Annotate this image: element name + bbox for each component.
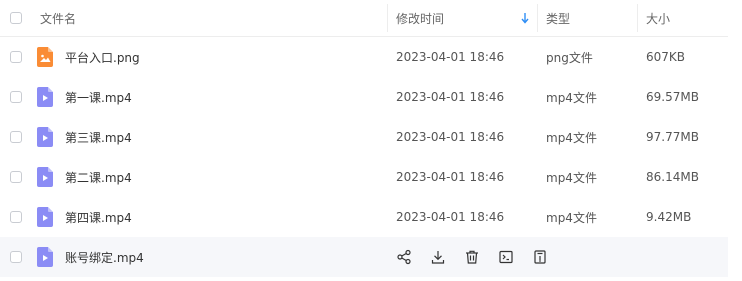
image-file-icon: [37, 47, 53, 67]
file-row[interactable]: 第四课.mp4 2023-04-01 18:46 mp4文件 9.42MB: [0, 197, 728, 237]
row-select-cell: [10, 237, 26, 277]
file-name[interactable]: 第二课.mp4: [65, 157, 132, 197]
file-row[interactable]: 第一课.mp4 2023-04-01 18:46 mp4文件 69.57MB: [0, 77, 728, 117]
video-file-icon: [37, 87, 53, 107]
file-row[interactable]: 账号绑定.mp4: [0, 237, 728, 277]
column-divider[interactable]: [537, 4, 538, 32]
row-checkbox[interactable]: [10, 51, 22, 63]
share-icon[interactable]: [396, 249, 412, 265]
video-file-icon: [37, 167, 53, 187]
video-file-icon: [37, 127, 53, 147]
file-row[interactable]: 第三课.mp4 2023-04-01 18:46 mp4文件 97.77MB: [0, 117, 728, 157]
file-name[interactable]: 第三课.mp4: [65, 117, 132, 157]
header-type[interactable]: 类型: [546, 0, 636, 36]
more-info-icon[interactable]: [532, 249, 548, 265]
file-type: png文件: [546, 50, 593, 65]
file-size: 69.57MB: [646, 90, 699, 104]
header-type-label: 类型: [546, 11, 571, 26]
header-name-label: 文件名: [40, 11, 77, 26]
file-name[interactable]: 第一课.mp4: [65, 77, 132, 117]
file-type: mp4文件: [546, 90, 597, 105]
select-all-cell: [10, 0, 26, 36]
file-name[interactable]: 账号绑定.mp4: [65, 237, 144, 277]
modified-time: 2023-04-01 18:46: [396, 170, 505, 184]
header-modified-label: 修改时间: [396, 11, 445, 26]
header-modified[interactable]: 修改时间: [396, 0, 536, 36]
header-size[interactable]: 大小: [646, 0, 726, 36]
file-type: mp4文件: [546, 130, 597, 145]
modified-time: 2023-04-01 18:46: [396, 50, 505, 64]
file-size: 86.14MB: [646, 170, 699, 184]
rename-icon[interactable]: [498, 249, 514, 265]
row-select-cell: [10, 197, 26, 237]
row-select-cell: [10, 157, 26, 197]
row-checkbox[interactable]: [10, 211, 22, 223]
select-all-checkbox[interactable]: [10, 12, 22, 24]
file-name[interactable]: 第四课.mp4: [65, 197, 132, 237]
file-row[interactable]: 第二课.mp4 2023-04-01 18:46 mp4文件 86.14MB: [0, 157, 728, 197]
row-checkbox[interactable]: [10, 131, 22, 143]
modified-time: 2023-04-01 18:46: [396, 130, 505, 144]
file-row[interactable]: 平台入口.png 2023-04-01 18:46 png文件 607KB: [0, 37, 728, 77]
video-file-icon: [37, 247, 53, 267]
file-list: 平台入口.png 2023-04-01 18:46 png文件 607KB 第一…: [0, 37, 728, 277]
row-select-cell: [10, 37, 26, 77]
modified-time: 2023-04-01 18:46: [396, 210, 505, 224]
video-file-icon: [37, 207, 53, 227]
row-checkbox[interactable]: [10, 171, 22, 183]
download-icon[interactable]: [430, 249, 446, 265]
header-size-label: 大小: [646, 11, 671, 26]
file-size: 9.42MB: [646, 210, 692, 224]
delete-icon[interactable]: [464, 249, 480, 265]
column-divider[interactable]: [387, 4, 388, 32]
file-type: mp4文件: [546, 210, 597, 225]
row-checkbox[interactable]: [10, 251, 22, 263]
file-type: mp4文件: [546, 170, 597, 185]
row-checkbox[interactable]: [10, 91, 22, 103]
file-name[interactable]: 平台入口.png: [65, 37, 140, 77]
file-size: 607KB: [646, 50, 686, 64]
modified-time: 2023-04-01 18:46: [396, 90, 505, 104]
column-divider[interactable]: [637, 4, 638, 32]
file-size: 97.77MB: [646, 130, 699, 144]
row-select-cell: [10, 77, 26, 117]
header-name[interactable]: 文件名: [40, 0, 386, 36]
arrow-down-icon[interactable]: [520, 11, 530, 25]
file-table: 文件名 修改时间 类型 大小 平台入口.png 2023-04-01 18:46…: [0, 0, 728, 277]
table-header: 文件名 修改时间 类型 大小: [0, 0, 728, 37]
row-actions: [396, 237, 548, 277]
row-select-cell: [10, 117, 26, 157]
